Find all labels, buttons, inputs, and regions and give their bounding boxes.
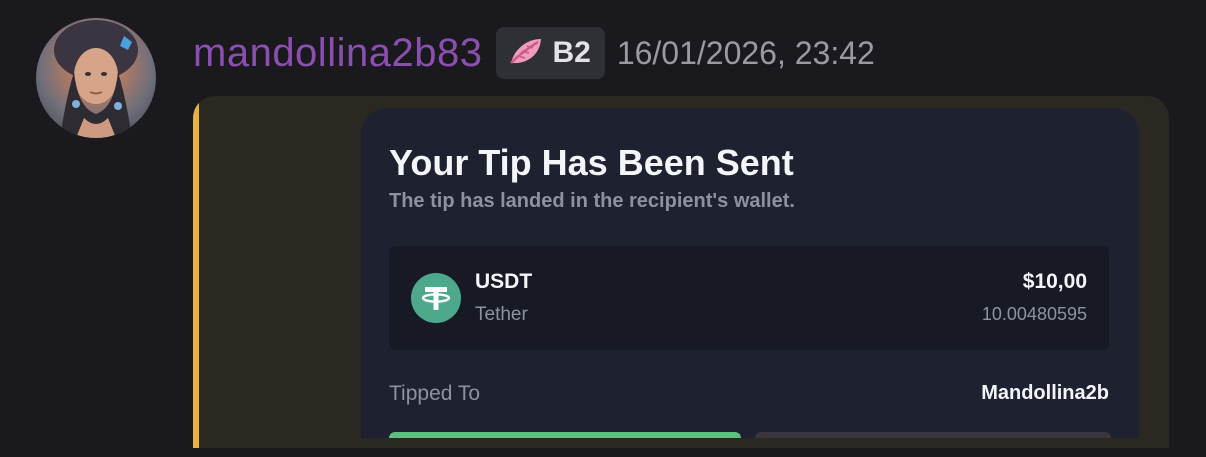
embed-accent-bar [193, 96, 199, 448]
avatar-photo [54, 20, 138, 138]
tipped-to-value: Mandollina2b [981, 382, 1109, 404]
primary-action-button[interactable] [389, 432, 741, 438]
pink-feather-icon [508, 36, 546, 71]
avatar[interactable] [36, 18, 156, 138]
image-embed[interactable]: Your Tip Has Been Sent The tip has lande… [193, 96, 1169, 448]
user-badge[interactable]: B2 [496, 27, 605, 79]
card-subtitle: The tip has landed in the recipient's wa… [389, 190, 795, 212]
asset-symbol: USDT [475, 270, 533, 293]
asset-fiat-value: $10,00 [1022, 270, 1087, 293]
tipped-to-label: Tipped To [389, 382, 481, 405]
tether-icon [411, 273, 461, 323]
message-header: mandollina2b83 B2 16/01/2026, 23:42 [193, 26, 875, 80]
asset-amount: 10.00480595 [981, 304, 1087, 324]
asset-name: Tether [475, 304, 528, 325]
secondary-action-button[interactable] [755, 432, 1111, 438]
message-timestamp: 16/01/2026, 23:42 [616, 34, 875, 71]
asset-summary: USDT Tether $10,00 10.00480595 [389, 246, 1109, 350]
chat-message: mandollina2b83 B2 16/01/2026, 23:42 Your… [0, 0, 1206, 457]
badge-label: B2 [552, 36, 591, 69]
author-username[interactable]: mandollina2b83 [193, 31, 482, 76]
tip-confirmation-card: Your Tip Has Been Sent The tip has lande… [361, 108, 1139, 438]
card-title: Your Tip Has Been Sent [389, 142, 794, 183]
